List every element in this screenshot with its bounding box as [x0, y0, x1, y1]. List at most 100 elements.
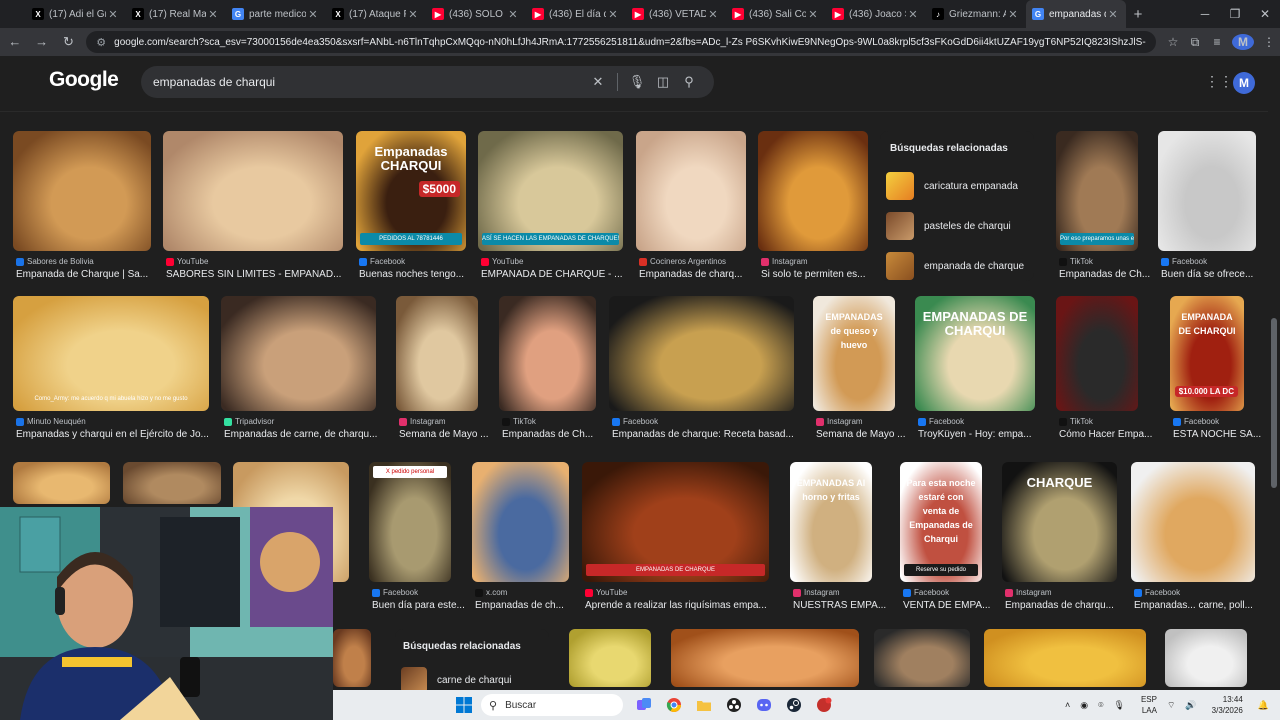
result-thumbnail[interactable]	[499, 296, 596, 411]
result-title[interactable]: Empanadas... carne, poll...	[1134, 600, 1258, 611]
image-result-card[interactable]: EMPANADAS Al horno y fritas Instagram NUES…	[790, 462, 886, 622]
image-result-card[interactable]: YouTube SABORES SIN LÍMITES - EMPANAD...	[163, 131, 343, 291]
tab-close-icon[interactable]: ✕	[406, 8, 420, 21]
result-title[interactable]: NUESTRAS EMPA...	[793, 600, 913, 611]
result-title[interactable]: SABORES SIN LÍMITES - EMPANAD...	[166, 269, 346, 280]
search-icon[interactable]: ⚲	[676, 74, 702, 90]
minimize-icon[interactable]: ─	[1190, 0, 1220, 28]
result-title[interactable]: Empanadas de carne, de charqu...	[224, 429, 379, 440]
browser-tab[interactable]: G empanadas de ✕	[1026, 0, 1126, 28]
result-thumbnail[interactable]: ASÍ SE HACEN LAS EMPANADAS DE CHARQUE!!	[478, 131, 623, 251]
browser-tab[interactable]: X (17) Ataque Fu ✕	[326, 0, 426, 28]
steam-icon[interactable]	[779, 694, 809, 716]
browser-tab[interactable]: ▶ (436) Joaco Sa ✕	[826, 0, 926, 28]
result-title[interactable]: Si solo te permiten es...	[761, 269, 881, 280]
result-thumbnail[interactable]	[396, 296, 478, 411]
app-notification-icon[interactable]	[809, 694, 839, 716]
result-source[interactable]: Facebook	[372, 588, 418, 597]
result-source[interactable]: Sabores de Bolivia	[16, 257, 94, 266]
image-result-card[interactable]: X pedido personal Facebook Buen día para e…	[369, 462, 465, 622]
browser-tab[interactable]: ▶ (436) VETADO ✕	[626, 0, 726, 28]
browser-tab[interactable]: ♪ Griezmann: At ✕	[926, 0, 1026, 28]
browser-tab[interactable]: ▶ (436) El día qu ✕	[526, 0, 626, 28]
scrollbar-thumb[interactable]	[1271, 318, 1277, 488]
network-icon[interactable]: ⌾	[1098, 700, 1103, 711]
image-result-card[interactable]	[984, 629, 1146, 687]
image-result-card[interactable]	[1165, 629, 1247, 687]
image-result-card[interactable]: CHARQUE Instagram Empanadas de charqu...	[1002, 462, 1117, 622]
result-title[interactable]: Buenas noches tengo...	[359, 269, 479, 280]
tab-close-icon[interactable]: ✕	[106, 8, 120, 21]
result-source[interactable]: TikTok	[1059, 257, 1093, 266]
result-source[interactable]: YouTube	[166, 257, 208, 266]
result-thumbnail[interactable]	[13, 462, 110, 504]
result-thumbnail[interactable]	[671, 629, 859, 687]
result-thumbnail[interactable]: Como_Army: me acuerdo q mi abuela hizo y…	[13, 296, 209, 411]
image-result-card[interactable]: EMPANADA DE CHARQUI $10.000 LA DC Facebook…	[1170, 296, 1261, 451]
result-source[interactable]: Cocineros Argentinos	[639, 257, 726, 266]
result-source[interactable]: Instagram	[761, 257, 808, 266]
image-result-card[interactable]	[671, 629, 859, 687]
tab-close-icon[interactable]: ✕	[206, 8, 220, 21]
result-title[interactable]: EMPANADA DE CHARQUE - ...	[481, 269, 626, 280]
lens-search-icon[interactable]: ◫	[650, 74, 676, 90]
profile-avatar[interactable]: M	[1232, 34, 1254, 50]
result-title[interactable]: Empanadas de charq...	[639, 269, 759, 280]
result-source[interactable]: Instagram	[1005, 588, 1052, 597]
image-result-card[interactable]: Como_Army: me acuerdo q mi abuela hizo y…	[13, 296, 209, 451]
tab-close-icon[interactable]: ✕	[306, 8, 320, 21]
tab-close-icon[interactable]: ✕	[906, 8, 920, 21]
forward-icon[interactable]: →	[30, 30, 54, 54]
result-source[interactable]: Facebook	[359, 257, 405, 266]
clear-search-icon[interactable]: ✕	[585, 74, 611, 90]
result-thumbnail[interactable]	[984, 629, 1146, 687]
site-settings-icon[interactable]: ⚙	[96, 36, 106, 49]
result-source[interactable]: Facebook	[1161, 257, 1207, 266]
result-source[interactable]: Instagram	[793, 588, 840, 597]
tray-app-icon[interactable]: ◉	[1080, 700, 1088, 711]
image-result-card[interactable]: Sabores de Bolivia Empanada de Charque | …	[13, 131, 151, 291]
tab-close-icon[interactable]: ✕	[606, 8, 620, 21]
result-source[interactable]: Instagram	[399, 417, 446, 426]
result-source[interactable]: YouTube	[585, 588, 627, 597]
result-thumbnail[interactable]: Para esta noche estaré con venta de Empa…	[900, 462, 982, 582]
image-result-card[interactable]: Para esta noche estaré con venta de Empa…	[900, 462, 990, 622]
result-title[interactable]: Empanada de Charque | Sa...	[16, 269, 154, 280]
result-thumbnail[interactable]	[1158, 131, 1256, 251]
result-source[interactable]: Facebook	[612, 417, 658, 426]
obs-icon[interactable]	[719, 694, 749, 716]
result-title[interactable]: Buen día se ofrece...	[1161, 269, 1268, 280]
close-window-icon[interactable]: ✕	[1250, 0, 1280, 28]
reload-icon[interactable]: ↻	[57, 30, 81, 54]
result-thumbnail[interactable]: EMPANADAS de queso y huevo	[813, 296, 895, 411]
extensions-icon[interactable]: ⧉	[1184, 35, 1206, 50]
image-result-card[interactable]: ASÍ SE HACEN LAS EMPANADAS DE CHARQUE!! Y…	[478, 131, 623, 291]
browser-tab[interactable]: G parte medico ✕	[226, 0, 326, 28]
result-thumbnail[interactable]	[221, 296, 376, 411]
image-result-card[interactable]: TikTok Cómo Hacer Empa...	[1056, 296, 1152, 451]
result-source[interactable]: Facebook	[918, 417, 964, 426]
taskbar-search[interactable]: ⚲ Buscar	[481, 694, 623, 716]
result-thumbnail[interactable]: EMPANADA DE CHARQUI $10.000 LA DC	[1170, 296, 1244, 411]
browser-tab[interactable]: ▶ (436) Sali Con ✕	[726, 0, 826, 28]
result-thumbnail[interactable]	[13, 131, 151, 251]
image-result-card[interactable]: EMPANADAS de queso y huevo Instagram Seman…	[813, 296, 906, 451]
google-account-avatar[interactable]: M	[1233, 72, 1255, 94]
discord-icon[interactable]	[749, 694, 779, 716]
result-thumbnail[interactable]	[1056, 296, 1138, 411]
tray-overflow-icon[interactable]: ˄	[1065, 700, 1070, 710]
image-result-card[interactable]: TikTok Empanadas de Ch...	[499, 296, 596, 451]
tab-close-icon[interactable]: ✕	[506, 8, 520, 21]
address-bar[interactable]: ⚙ google.com/search?sca_esv=73000156de4e…	[86, 31, 1156, 53]
result-thumbnail[interactable]: EMPANADAS Al horno y fritas	[790, 462, 872, 582]
result-title[interactable]: Empanadas de ch...	[475, 600, 595, 611]
google-logo[interactable]: Google	[49, 68, 119, 92]
image-result-card[interactable]	[569, 629, 651, 687]
browser-tab[interactable]: X (17) Adi el Gra ✕	[26, 0, 126, 28]
image-result-card[interactable]: Facebook Buen día se ofrece...	[1158, 131, 1256, 291]
voice-search-icon[interactable]: 🎙	[624, 74, 650, 90]
result-source[interactable]: TikTok	[1059, 417, 1093, 426]
result-title[interactable]: Empanadas y charqui en el Ejército de Jo…	[16, 429, 212, 440]
result-thumbnail[interactable]	[569, 629, 651, 687]
image-result-card[interactable]: Instagram Semana de Mayo ...	[396, 296, 489, 451]
